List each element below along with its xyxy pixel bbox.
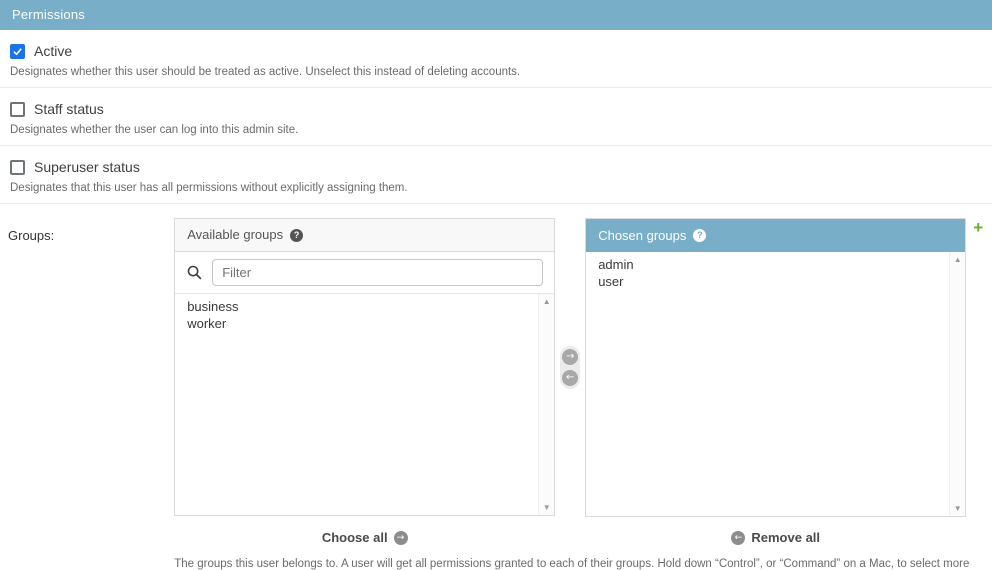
scroll-up-icon[interactable]: ▲: [543, 297, 551, 306]
choose-all-label: Choose all: [322, 530, 388, 545]
group-option[interactable]: business: [187, 298, 528, 315]
permissions-module: Permissions Active Designates whether th…: [0, 0, 992, 570]
superuser-status-checkbox-row[interactable]: Superuser status: [10, 159, 982, 175]
remove-all-arrow-icon: ←: [731, 531, 745, 545]
group-option[interactable]: admin: [598, 256, 939, 273]
field-row-staff-status: Staff status Designates whether the user…: [0, 88, 992, 146]
choose-arrow-button[interactable]: →: [562, 349, 578, 365]
remove-arrow-button[interactable]: ←: [562, 370, 578, 386]
remove-all-button[interactable]: ← Remove all: [585, 530, 966, 545]
scroll-up-icon[interactable]: ▲: [954, 255, 962, 264]
mover-pill: → ←: [560, 346, 580, 389]
help-icon[interactable]: ?: [290, 229, 303, 242]
group-option[interactable]: user: [598, 273, 939, 290]
active-help-text: Designates whether this user should be t…: [10, 66, 982, 78]
available-groups-list[interactable]: businessworker ▲ ▼: [175, 294, 554, 515]
chosen-groups-list[interactable]: adminuser ▲ ▼: [586, 252, 965, 516]
scroll-down-icon[interactable]: ▼: [543, 503, 551, 512]
filter-row: [175, 252, 554, 294]
group-option[interactable]: worker: [187, 315, 528, 332]
scrollbar[interactable]: ▲ ▼: [538, 294, 554, 515]
groups-help-text: The groups this user belongs to. A user …: [174, 558, 992, 570]
field-row-active: Active Designates whether this user shou…: [0, 30, 992, 88]
superuser-status-label: Superuser status: [34, 159, 140, 175]
search-icon: [186, 264, 203, 281]
available-groups-header: Available groups ?: [175, 219, 554, 252]
field-row-superuser-status: Superuser status Designates that this us…: [0, 146, 992, 204]
help-icon[interactable]: ?: [693, 229, 706, 242]
remove-all-label: Remove all: [751, 530, 820, 545]
choose-all-arrow-icon: →: [394, 531, 408, 545]
staff-status-checkbox[interactable]: [10, 102, 25, 117]
selector-mover: → ←: [555, 218, 585, 389]
add-group-icon[interactable]: +: [973, 219, 983, 236]
available-groups-panel: Available groups ? businessworker ▲: [174, 218, 555, 516]
groups-selector: Available groups ? businessworker ▲: [174, 218, 992, 570]
staff-status-help-text: Designates whether the user can log into…: [10, 124, 982, 136]
superuser-status-help-text: Designates that this user has all permis…: [10, 182, 982, 194]
groups-field: Groups: Available groups ?: [0, 204, 992, 570]
superuser-status-checkbox[interactable]: [10, 160, 25, 175]
choose-all-button[interactable]: Choose all →: [174, 530, 555, 545]
available-groups-title: Available groups: [187, 219, 283, 251]
chosen-groups-title: Chosen groups: [598, 220, 686, 252]
scrollbar[interactable]: ▲ ▼: [949, 252, 965, 516]
filter-input[interactable]: [212, 259, 543, 286]
staff-status-label: Staff status: [34, 101, 104, 117]
chosen-groups-header: Chosen groups ?: [586, 219, 965, 252]
checkmark-icon: [12, 46, 23, 57]
scroll-down-icon[interactable]: ▼: [954, 504, 962, 513]
active-checkbox-row[interactable]: Active: [10, 43, 982, 59]
selector-actions: Choose all → ← Remove all: [174, 530, 992, 545]
staff-status-checkbox-row[interactable]: Staff status: [10, 101, 982, 117]
chosen-groups-panel: Chosen groups ? adminuser ▲ ▼: [585, 218, 966, 517]
active-label: Active: [34, 43, 72, 59]
active-checkbox[interactable]: [10, 44, 25, 59]
groups-field-label: Groups:: [8, 218, 174, 243]
module-header-permissions: Permissions: [0, 0, 992, 30]
